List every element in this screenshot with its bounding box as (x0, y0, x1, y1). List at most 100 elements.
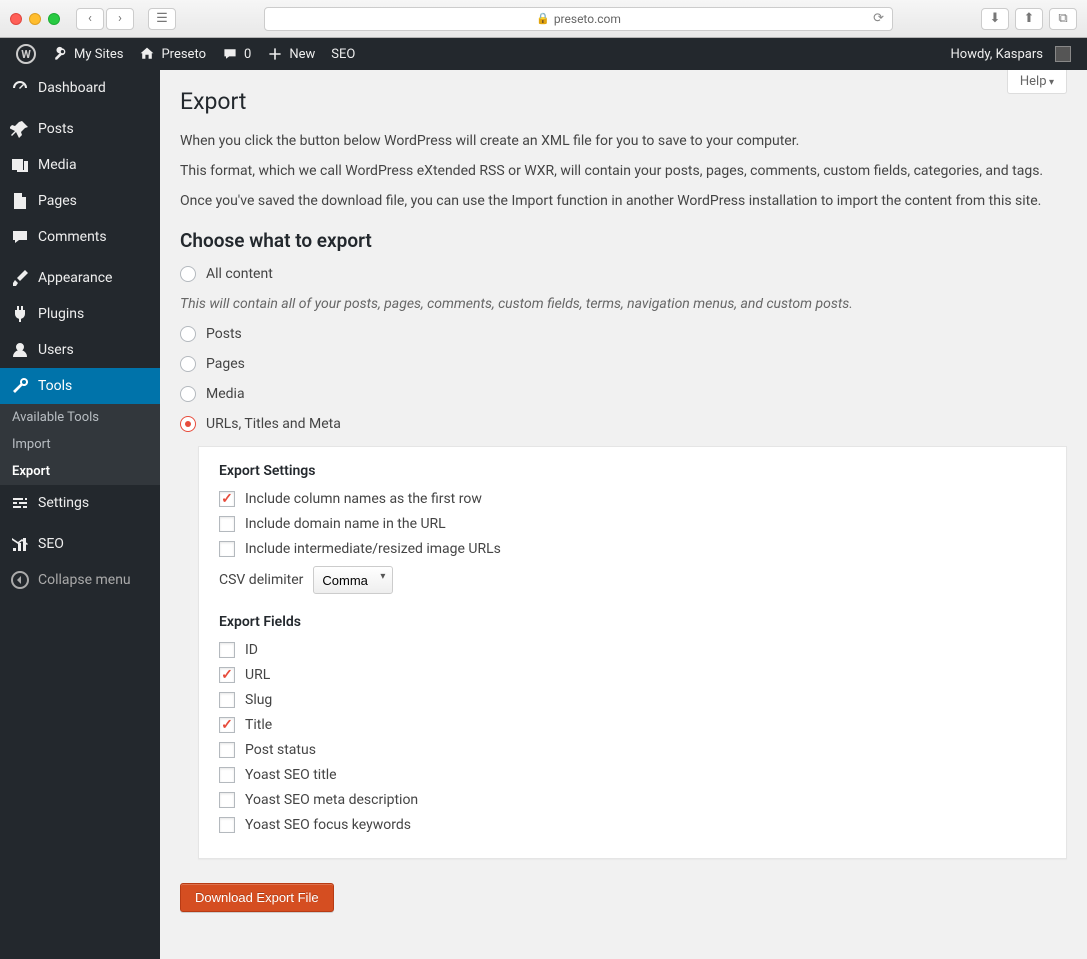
minimize-window-button[interactable] (29, 13, 41, 25)
my-sites-menu[interactable]: My Sites (44, 38, 131, 70)
checkbox-label: Include intermediate/resized image URLs (245, 541, 501, 557)
checkbox-label: Yoast SEO title (245, 767, 337, 783)
radio-input[interactable] (180, 356, 196, 372)
submenu-export[interactable]: Export (0, 458, 160, 485)
sidebar-item-plugins[interactable]: Plugins (0, 296, 160, 332)
checkbox-input[interactable] (219, 692, 235, 708)
checkbox-input[interactable] (219, 817, 235, 833)
checkbox-label: ID (245, 642, 258, 658)
main-content: Help Export When you click the button be… (160, 70, 1087, 959)
radio-pages[interactable]: Pages (180, 356, 1067, 372)
csv-delimiter-row: CSV delimiter Comma (219, 566, 1046, 594)
howdy-label: Howdy, Kaspars (951, 47, 1043, 62)
field-check-row[interactable]: Post status (219, 742, 1046, 758)
sidebar-item-dashboard[interactable]: Dashboard (0, 70, 160, 106)
new-content-menu[interactable]: New (259, 38, 323, 70)
export-fields-heading: Export Fields (219, 614, 1046, 630)
download-export-button[interactable]: Download Export File (180, 883, 334, 912)
checkbox-input[interactable] (219, 717, 235, 733)
key-icon (52, 46, 68, 62)
checkbox-label: Include column names as the first row (245, 491, 482, 507)
checkbox-input[interactable] (219, 491, 235, 507)
tools-submenu: Available Tools Import Export (0, 404, 160, 485)
submenu-available-tools[interactable]: Available Tools (0, 404, 160, 431)
back-button[interactable]: ‹ (76, 8, 104, 30)
radio-input[interactable] (180, 386, 196, 402)
site-name-menu[interactable]: Preseto (131, 38, 214, 70)
sidebar-collapse[interactable]: Collapse menu (0, 562, 160, 598)
checkbox-input[interactable] (219, 642, 235, 658)
setting-check-row[interactable]: Include domain name in the URL (219, 516, 1046, 532)
plug-icon (10, 304, 30, 324)
settings-icon (10, 493, 30, 513)
reload-icon[interactable]: ⟳ (873, 11, 884, 26)
sidebar-item-tools[interactable]: Tools (0, 368, 160, 404)
export-desc-2: This format, which we call WordPress eXt… (180, 163, 1067, 179)
radio-input[interactable] (180, 326, 196, 342)
tabs-button[interactable]: ⧉ (1049, 8, 1077, 30)
checkbox-label: Post status (245, 742, 316, 758)
field-check-row[interactable]: Slug (219, 692, 1046, 708)
sidebar-item-media[interactable]: Media (0, 147, 160, 183)
comments-menu[interactable]: 0 (214, 38, 259, 70)
sidebar-item-label: Dashboard (38, 80, 106, 96)
pin-icon (10, 119, 30, 139)
field-check-row[interactable]: Title (219, 717, 1046, 733)
export-settings-box: Export Settings Include column names as … (198, 446, 1067, 859)
field-check-row[interactable]: URL (219, 667, 1046, 683)
choose-heading: Choose what to export (180, 229, 1067, 252)
sidebar-item-settings[interactable]: Settings (0, 485, 160, 521)
checkbox-input[interactable] (219, 767, 235, 783)
setting-check-row[interactable]: Include intermediate/resized image URLs (219, 541, 1046, 557)
checkbox-label: Yoast SEO focus keywords (245, 817, 411, 833)
seo-menu[interactable]: SEO (323, 38, 363, 70)
setting-check-row[interactable]: Include column names as the first row (219, 491, 1046, 507)
share-button[interactable]: ⬆ (1015, 8, 1043, 30)
close-window-button[interactable] (10, 13, 22, 25)
sidebar-item-label: Appearance (38, 270, 112, 286)
radio-posts[interactable]: Posts (180, 326, 1067, 342)
maximize-window-button[interactable] (48, 13, 60, 25)
user-menu[interactable]: Howdy, Kaspars (943, 38, 1079, 70)
field-check-row[interactable]: Yoast SEO meta description (219, 792, 1046, 808)
sidebar-item-posts[interactable]: Posts (0, 111, 160, 147)
checkbox-input[interactable] (219, 742, 235, 758)
sidebar-item-label: SEO (38, 536, 64, 552)
site-name-label: Preseto (161, 47, 206, 62)
sidebar-toggle-button[interactable]: ☰ (148, 8, 176, 30)
downloads-button[interactable]: ⬇ (981, 8, 1009, 30)
radio-label: Posts (206, 326, 242, 342)
checkbox-label: Include domain name in the URL (245, 516, 446, 532)
field-check-row[interactable]: Yoast SEO title (219, 767, 1046, 783)
wordpress-logo-icon: W (16, 44, 36, 64)
checkbox-input[interactable] (219, 792, 235, 808)
help-tab[interactable]: Help (1007, 70, 1067, 94)
wp-logo-menu[interactable]: W (8, 38, 44, 70)
checkbox-input[interactable] (219, 516, 235, 532)
csv-delimiter-label: CSV delimiter (219, 572, 303, 588)
radio-input[interactable] (180, 416, 196, 432)
radio-urls-titles-meta[interactable]: URLs, Titles and Meta (180, 416, 1067, 432)
sidebar-item-label: Pages (38, 193, 77, 209)
sidebar-item-pages[interactable]: Pages (0, 183, 160, 219)
field-check-row[interactable]: Yoast SEO focus keywords (219, 817, 1046, 833)
sidebar-item-appearance[interactable]: Appearance (0, 260, 160, 296)
submenu-import[interactable]: Import (0, 431, 160, 458)
sidebar-item-label: Plugins (38, 306, 84, 322)
radio-input[interactable] (180, 266, 196, 282)
page-icon (10, 191, 30, 211)
checkbox-input[interactable] (219, 541, 235, 557)
sidebar-item-seo[interactable]: SEO (0, 526, 160, 562)
sidebar-item-comments[interactable]: Comments (0, 219, 160, 255)
lock-icon: 🔒 (536, 12, 550, 25)
checkbox-input[interactable] (219, 667, 235, 683)
collapse-icon (10, 570, 30, 590)
radio-label: Pages (206, 356, 245, 372)
sidebar-item-users[interactable]: Users (0, 332, 160, 368)
radio-all-content[interactable]: All content (180, 266, 1067, 282)
address-bar[interactable]: 🔒 preseto.com ⟳ (264, 7, 893, 31)
forward-button[interactable]: › (106, 8, 134, 30)
field-check-row[interactable]: ID (219, 642, 1046, 658)
csv-delimiter-select[interactable]: Comma (313, 566, 393, 594)
radio-media[interactable]: Media (180, 386, 1067, 402)
